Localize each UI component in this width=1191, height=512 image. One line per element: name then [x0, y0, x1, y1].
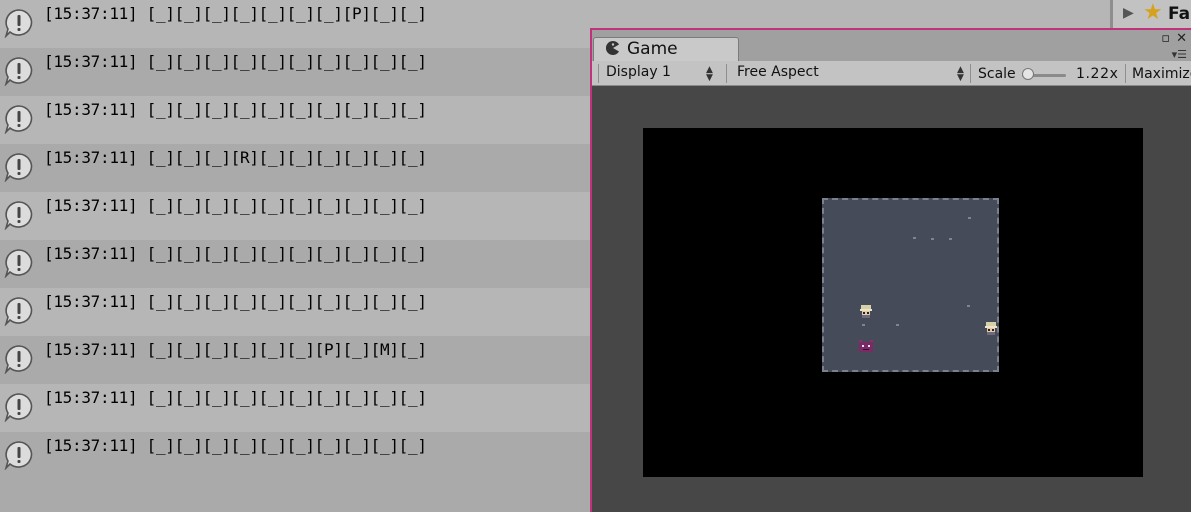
game-window: Game ▫ ✕ ▾☰ Display 1 ▲ ▼ Free Aspect ▲ ▼ S…	[590, 28, 1191, 512]
star-icon: ★	[1143, 0, 1163, 25]
toolbar-divider	[598, 64, 599, 83]
close-icon[interactable]: ✕	[1176, 31, 1187, 46]
dropdown-arrows-icon: ▲ ▼	[706, 65, 713, 83]
info-bubble-icon	[4, 297, 33, 326]
info-bubble-icon	[4, 201, 33, 230]
game-viewport[interactable]	[643, 128, 1143, 477]
aspect-dropdown[interactable]: Free Aspect ▲ ▼	[737, 64, 967, 83]
console-entry-text: [15:37:11] [_][_][_][_][_][_][P][_][M][_…	[44, 340, 427, 359]
console-entry-text: [15:37:11] [_][_][_][_][_][_][_][_][_][_…	[44, 436, 427, 455]
pacman-icon	[606, 41, 619, 55]
dungeon-room	[822, 198, 999, 372]
game-toolbar: Display 1 ▲ ▼ Free Aspect ▲ ▼ Scale 1.22x …	[592, 61, 1191, 86]
maximize-on-play-button[interactable]: Maximize	[1132, 66, 1191, 82]
maximize-window-icon[interactable]: ▫	[1161, 31, 1170, 46]
console-entry-text: [15:37:11] [_][_][_][_][_][_][_][P][_][_…	[44, 4, 427, 23]
hierarchy-item-label: Fa	[1168, 4, 1191, 24]
info-bubble-icon	[4, 393, 33, 422]
scale-value: 1.22x	[1076, 66, 1119, 82]
monster-sprite	[859, 340, 873, 352]
console-entry-text: [15:37:11] [_][_][_][_][_][_][_][_][_][_…	[44, 244, 427, 263]
info-bubble-icon	[4, 153, 33, 182]
floor-speck	[949, 238, 952, 240]
aspect-dropdown-value: Free Aspect	[737, 64, 819, 80]
window-menu-icon[interactable]: ▾☰	[1172, 48, 1187, 61]
player-sprite	[860, 305, 872, 318]
info-bubble-icon	[4, 345, 33, 374]
toolbar-divider	[726, 64, 727, 83]
floor-speck	[896, 324, 899, 326]
info-bubble-icon	[4, 105, 33, 134]
tab-game[interactable]: Game	[593, 37, 739, 61]
info-bubble-icon	[4, 441, 33, 470]
player-sprite-right	[985, 322, 997, 335]
floor-speck	[913, 237, 916, 239]
floor-speck	[862, 324, 865, 326]
console-entry-text: [15:37:11] [_][_][_][_][_][_][_][_][_][_…	[44, 196, 427, 215]
info-bubble-icon	[4, 9, 33, 38]
tab-game-label: Game	[627, 39, 678, 59]
floor-speck	[968, 217, 971, 219]
hierarchy-item[interactable]: ▶ ★ Fa	[1110, 0, 1191, 29]
expand-triangle-icon[interactable]: ▶	[1123, 5, 1134, 21]
display-dropdown-value: Display 1	[606, 64, 671, 80]
info-bubble-icon	[4, 249, 33, 278]
floor-speck	[931, 238, 934, 240]
info-bubble-icon	[4, 57, 33, 86]
console-entry-text: [15:37:11] [_][_][_][_][_][_][_][_][_][_…	[44, 292, 427, 311]
scale-label: Scale	[978, 66, 1016, 82]
floor-speck	[967, 305, 970, 307]
toolbar-divider	[970, 64, 971, 83]
scale-slider-handle[interactable]	[1022, 68, 1034, 80]
console-entry-text: [15:37:11] [_][_][_][_][_][_][_][_][_][_…	[44, 100, 427, 119]
window-controls: ▫ ✕	[1155, 31, 1187, 46]
dropdown-arrows-icon: ▲ ▼	[957, 65, 964, 83]
toolbar-divider	[1125, 64, 1126, 83]
display-dropdown[interactable]: Display 1 ▲ ▼	[606, 64, 718, 83]
console-entry-text: [15:37:11] [_][_][_][_][_][_][_][_][_][_…	[44, 52, 427, 71]
console-entry-text: [15:37:11] [_][_][_][R][_][_][_][_][_][_…	[44, 148, 427, 167]
tab-bar: Game ▫ ✕ ▾☰	[592, 30, 1191, 61]
console-entry-text: [15:37:11] [_][_][_][_][_][_][_][_][_][_…	[44, 388, 427, 407]
